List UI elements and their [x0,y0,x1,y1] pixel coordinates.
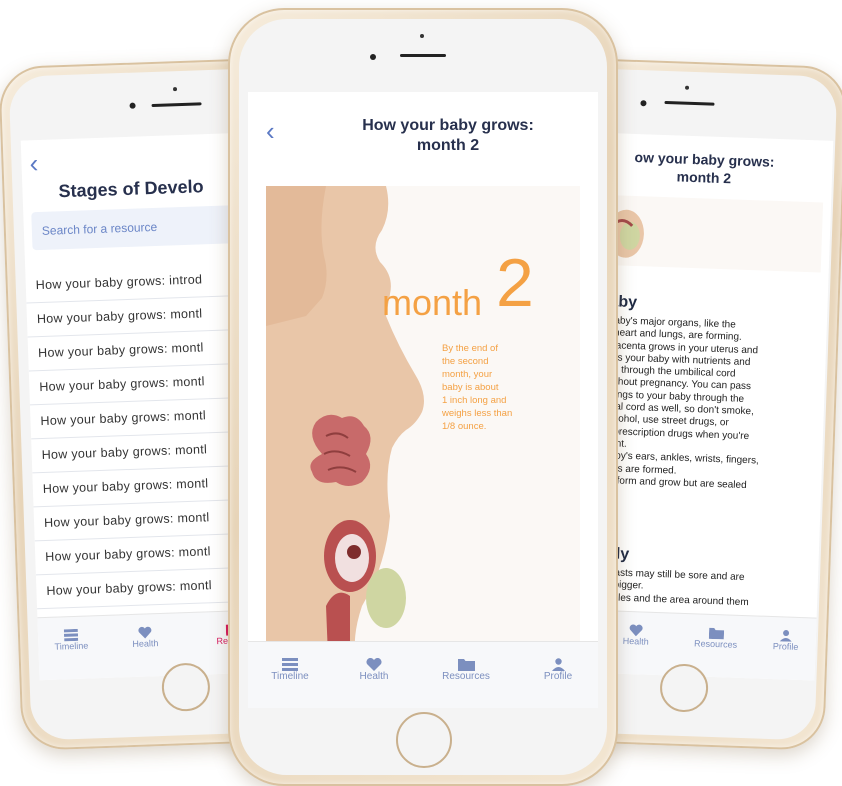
page-title: ow your baby grows: month 2 [614,147,795,189]
heart-icon [629,624,643,637]
folder-icon [457,659,475,671]
tab-label: Health [359,671,389,682]
article-screen: ow your baby grows: month 2 aby baby's m… [596,133,834,681]
tab-profile[interactable]: Profile [765,617,806,652]
section-body-baby: baby's major organs, like the, heart and… [603,315,764,492]
tab-label: Health [132,638,159,650]
tab-label: Profile [543,671,573,682]
tab-bar: Timeline Health Resources Profile [248,641,598,708]
phone-center: ‹ How your baby grows: month 2 month 2 B… [228,8,618,786]
folder-icon [708,627,724,640]
month-number: 2 [496,245,534,321]
tab-timeline[interactable]: Timeline [45,616,96,652]
text-line: 1/8 ounce. [442,421,487,432]
tab-health[interactable]: Health [119,614,170,650]
tab-health[interactable]: Health [344,642,404,682]
tab-resources[interactable]: Resources [685,614,746,650]
tab-label: Timeline [271,671,309,682]
person-icon [551,658,565,671]
title-line: How your baby grows: [362,117,534,134]
tab-health[interactable]: Health [616,612,657,647]
section-body-body: breasts may still be sore and are ng bigg… [599,567,750,609]
sensor [420,34,424,38]
article-screen: ‹ How your baby grows: month 2 month 2 B… [248,92,598,708]
back-icon[interactable]: ‹ [266,116,275,147]
back-icon[interactable]: ‹ [29,148,39,179]
illustration-thumb [607,195,824,273]
person-icon [779,630,792,642]
list-icon [282,658,298,671]
text-line: the second [442,356,489,367]
tab-resources[interactable]: Resources [426,642,506,682]
page-title: Stages of Develo [58,176,204,202]
page-title: How your baby grows: month 2 [298,116,598,156]
tab-label: Timeline [54,640,89,652]
sensor [684,85,690,90]
text-line: 1 inch long and [442,395,507,406]
month-label: month [382,282,483,323]
month-illustration: month 2 By the end of the second month, yo… [266,186,580,656]
tab-timeline[interactable]: Timeline [260,642,320,682]
camera [370,54,376,60]
tab-bar: Health Resources Profile [596,609,817,681]
title-line: month 2 [416,137,480,154]
tab-label: Resources [442,671,490,682]
heart-icon [138,626,152,639]
home-button[interactable] [396,712,452,768]
text-line: month, your [442,369,493,380]
list-icon [63,628,79,642]
tab-label: Resources [693,638,738,650]
tab-label: Profile [772,641,799,652]
month-description: By the end of the second month, your baby i… [442,342,512,433]
tab-label: Health [622,635,649,647]
text-line: weighs less than [442,408,513,419]
text-line: By the end of [442,343,498,354]
tab-profile[interactable]: Profile [528,642,588,682]
speaker [400,54,446,57]
text-line: baby is about [442,382,499,393]
heart-icon [366,658,382,671]
